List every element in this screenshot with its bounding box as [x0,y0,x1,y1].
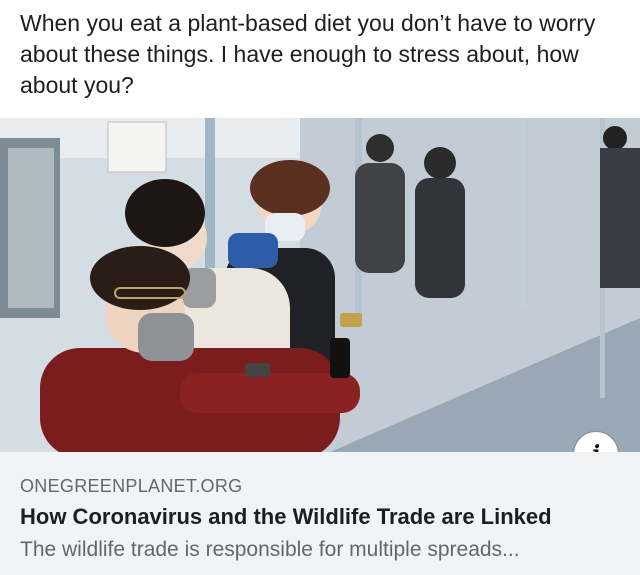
post-photo[interactable] [0,118,640,452]
link-preview-card[interactable]: ONEGREENPLANET.ORG How Coronavirus and t… [0,452,640,575]
link-headline[interactable]: How Coronavirus and the Wildlife Trade a… [20,504,630,530]
subway-passengers-photo [0,118,640,452]
link-description: The wildlife trade is responsible for mu… [20,538,520,561]
post-text: When you eat a plant-based diet you don’… [20,10,596,98]
link-domain: ONEGREENPLANET.ORG [20,476,243,496]
